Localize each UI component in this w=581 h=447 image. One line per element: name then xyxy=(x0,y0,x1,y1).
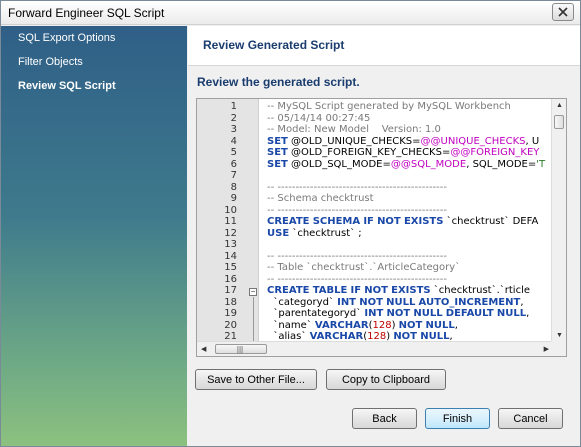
code-line: SET @OLD_UNIQUE_CHECKS=@@UNIQUE_CHECKS, … xyxy=(267,135,540,147)
scroll-up-icon[interactable]: ▲ xyxy=(556,102,563,109)
code-line: CREATE SCHEMA IF NOT EXISTS `checktrust`… xyxy=(267,216,539,227)
line-number: 10 xyxy=(224,204,237,216)
line-number: 7 xyxy=(230,170,237,181)
line-number: 4 xyxy=(230,135,237,147)
sidebar-item-review-sql-script[interactable]: Review SQL Script xyxy=(18,80,116,92)
copy-to-clipboard-button[interactable]: Copy to Clipboard xyxy=(326,369,446,390)
sidebar-item-sql-export-options[interactable]: SQL Export Options xyxy=(18,32,115,44)
line-number: 5 xyxy=(230,147,237,158)
scroll-grip: ||| xyxy=(236,345,244,354)
line-number: 9 xyxy=(230,193,237,204)
finish-button[interactable]: Finish xyxy=(425,408,490,429)
line-number: 18 xyxy=(224,296,237,308)
code-line: -- -------------------------------------… xyxy=(267,181,447,193)
code-line: -- MySQL Script generated by MySQL Workb… xyxy=(267,101,511,112)
code-line: CREATE TABLE IF NOT EXISTS `checktrust`.… xyxy=(267,285,531,296)
code-line: -- Schema checktrust xyxy=(267,193,374,204)
code-line: -- -------------------------------------… xyxy=(267,273,447,285)
line-number: 1 xyxy=(230,101,237,112)
back-button[interactable]: Back xyxy=(352,408,417,429)
scroll-right-icon[interactable]: ▶ xyxy=(544,345,549,353)
title-bar: Forward Engineer SQL Script xyxy=(1,1,580,25)
code-line: USE `checktrust` ; xyxy=(267,227,362,239)
close-button[interactable] xyxy=(552,3,574,21)
scroll-down-icon[interactable]: ▼ xyxy=(556,332,563,339)
wizard-sidebar: SQL Export Options Filter Objects Review… xyxy=(1,26,187,446)
line-number-gutter: 1 2 3 4 5 6 7 8 9 10 11 12 13 14 15 16 17 18 19 20 21 − xyxy=(197,99,259,342)
code-line: SET @OLD_FOREIGN_KEY_CHECKS=@@FOREIGN_KE… xyxy=(267,147,540,158)
code-line: `categoryd` INT NOT NULL AUTO_INCREMENT, xyxy=(267,296,524,308)
line-number: 3 xyxy=(230,124,237,135)
code-line: -- 05/14/14 00:27:45 xyxy=(267,112,371,124)
code-line: SET @OLD_SQL_MODE=@@SQL_MODE, SQL_MODE='… xyxy=(267,158,546,170)
line-number: 16 xyxy=(224,273,237,285)
line-number: 14 xyxy=(224,250,237,262)
line-number: 13 xyxy=(224,239,237,250)
line-number: 19 xyxy=(224,308,237,319)
line-number: 12 xyxy=(224,227,237,239)
page-title: Review Generated Script xyxy=(203,38,345,52)
code-line: `name` VARCHAR(128) NOT NULL, xyxy=(267,319,458,331)
scrollbar-corner xyxy=(551,341,566,356)
code-line: -- Model: New Model Version: 1.0 xyxy=(267,124,441,135)
scroll-left-icon[interactable]: ◀ xyxy=(201,345,206,353)
line-number: 20 xyxy=(224,319,237,331)
dialog-window: Forward Engineer SQL Script SQL Export O… xyxy=(0,0,581,447)
code-area[interactable]: -- MySQL Script generated by MySQL Workb… xyxy=(267,99,553,342)
line-number: 2 xyxy=(230,112,237,124)
vertical-scroll-thumb[interactable] xyxy=(554,115,564,129)
line-number: 17 xyxy=(224,285,237,296)
section-heading: Review the generated script. xyxy=(197,75,360,89)
horizontal-scrollbar[interactable]: ◀ ||| ▶ xyxy=(197,341,553,356)
window-title: Forward Engineer SQL Script xyxy=(8,6,165,20)
vertical-scrollbar[interactable]: ▲ ▼ xyxy=(551,99,566,342)
cancel-button[interactable]: Cancel xyxy=(498,408,563,429)
close-icon xyxy=(558,7,568,17)
line-number: 8 xyxy=(230,181,237,193)
code-line: `parentategoryd` INT NOT NULL DEFAULT NU… xyxy=(267,308,530,319)
horizontal-scroll-thumb[interactable]: ||| xyxy=(215,344,267,354)
code-line: -- Table `checktrust`.`ArticleCategory` xyxy=(267,262,461,273)
line-number: 15 xyxy=(224,262,237,273)
code-line: -- -------------------------------------… xyxy=(267,250,447,262)
script-editor[interactable]: 1 2 3 4 5 6 7 8 9 10 11 12 13 14 15 16 17 18 19 20 21 − -- M… xyxy=(196,98,567,357)
line-number: 11 xyxy=(224,216,237,227)
save-to-other-file-button[interactable]: Save to Other File... xyxy=(195,369,317,390)
fold-guide xyxy=(253,297,254,342)
fold-collapse-icon[interactable]: − xyxy=(249,288,257,296)
line-number: 6 xyxy=(230,158,237,170)
code-line: -- -------------------------------------… xyxy=(267,204,447,216)
sidebar-item-filter-objects[interactable]: Filter Objects xyxy=(18,56,83,68)
